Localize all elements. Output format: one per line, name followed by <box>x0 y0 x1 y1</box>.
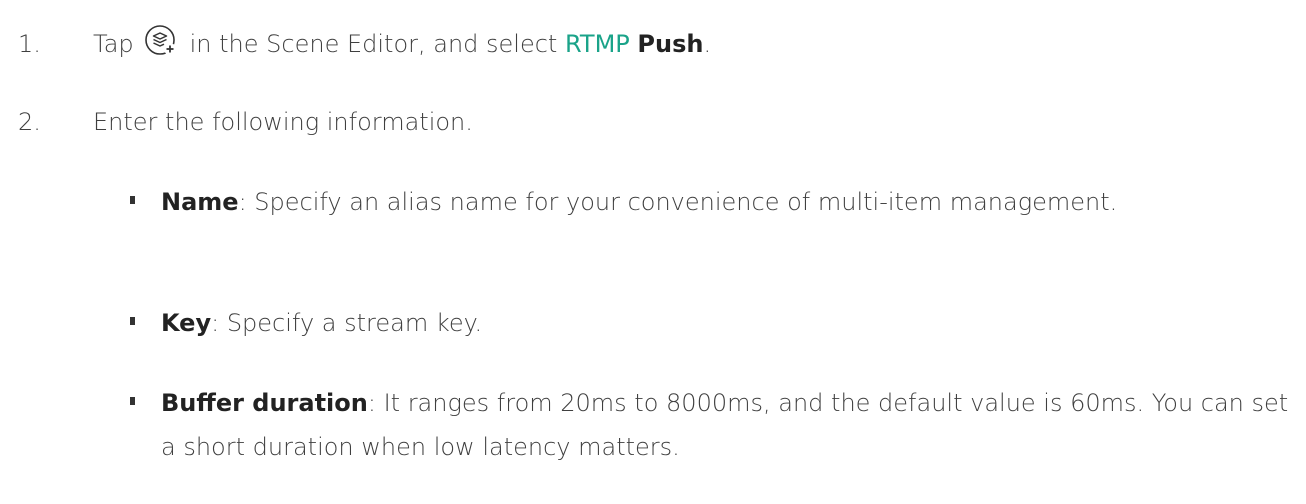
bullet-term: Key <box>161 309 212 337</box>
step-text-after-icon: in the Scene Editor, and select <box>189 30 558 58</box>
bullet-description: : Specify a stream key. <box>211 309 483 337</box>
bullet-marker <box>130 196 135 204</box>
rtmp-label: RTMP <box>564 30 630 58</box>
push-label: Push <box>637 30 704 58</box>
step-text: Tap in the Scene Editor, and select RTMP… <box>93 24 711 64</box>
bullet-description: : Specify an alias name for your conveni… <box>238 188 1118 216</box>
step-text: Enter the following information. <box>93 108 473 136</box>
step-2: 2. Enter the following information. <box>18 102 473 142</box>
step-number: 2. <box>18 108 41 136</box>
bullet-marker <box>130 397 135 405</box>
bullet-text: Buffer duration: It ranges from 20ms to … <box>161 381 1300 469</box>
bullet-text: Key: Specify a stream key. <box>161 301 1300 345</box>
bullet-term: Buffer duration <box>161 389 368 417</box>
step-number: 1. <box>18 30 41 58</box>
bullet-buffer-duration: Buffer duration: It ranges from 20ms to … <box>130 381 1300 469</box>
bullet-marker <box>130 317 135 325</box>
bullet-term: Name <box>161 188 239 216</box>
layers-add-icon <box>144 24 178 58</box>
step-text-end: . <box>703 30 712 58</box>
bullet-text: Name: Specify an alias name for your con… <box>161 180 1300 224</box>
step-text-before-icon: Tap <box>93 30 134 58</box>
bullet-name: Name: Specify an alias name for your con… <box>130 180 1300 224</box>
bullet-key: Key: Specify a stream key. <box>130 301 1300 345</box>
step-1: 1. Tap in the Scene Editor, and select RT… <box>18 24 711 64</box>
